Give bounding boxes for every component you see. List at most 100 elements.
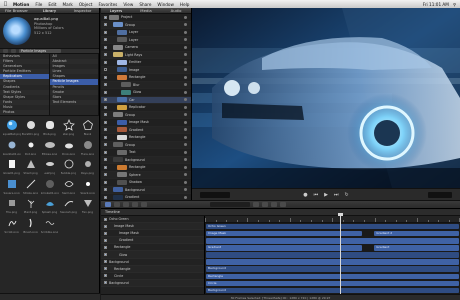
layer-row[interactable]: Gradient — [101, 126, 191, 134]
select-tool-button[interactable] — [105, 202, 111, 207]
timeline-bar[interactable]: Gradient — [374, 245, 459, 251]
menu-help[interactable]: Help — [180, 2, 190, 7]
tab-media[interactable]: Media — [131, 8, 161, 13]
layer-row[interactable]: Group — [101, 141, 191, 149]
layer-lock-icon[interactable] — [184, 120, 187, 124]
layer-lock-icon[interactable] — [184, 68, 187, 72]
loop-icon[interactable]: ↻ — [345, 192, 349, 198]
subfolder-item[interactable]: Text Elements — [49, 99, 98, 105]
timeline-visibility-checkbox[interactable] — [104, 217, 107, 221]
tab-timeline[interactable]: Timeline — [105, 209, 120, 216]
timeline-layer-row[interactable]: Ocho Green — [101, 216, 204, 224]
text-tool-button[interactable] — [141, 202, 147, 207]
timecode-display[interactable] — [200, 192, 230, 198]
timeline-visibility-checkbox[interactable] — [104, 231, 107, 235]
frame-counter[interactable] — [428, 192, 452, 198]
layer-visibility-checkbox[interactable] — [104, 113, 107, 117]
layer-visibility-checkbox[interactable] — [104, 98, 107, 102]
layer-visibility-checkbox[interactable] — [104, 15, 107, 19]
timeline-layer-row[interactable]: Rectangle — [101, 265, 204, 273]
timeline-layer-row[interactable]: Gradient — [101, 237, 204, 245]
make-particles-button[interactable] — [271, 202, 277, 207]
layer-visibility-checkbox[interactable] — [104, 173, 107, 177]
timeline-layer-row[interactable]: Image Mask — [101, 223, 204, 231]
layer-visibility-checkbox[interactable] — [104, 180, 107, 184]
library-item[interactable]: Swirl.png — [59, 178, 78, 194]
layer-visibility-checkbox[interactable] — [104, 188, 107, 192]
layer-row[interactable]: Shadow — [101, 179, 191, 187]
timeline-layer-row[interactable]: Background — [101, 259, 204, 266]
timeline-visibility-checkbox[interactable] — [104, 274, 107, 278]
library-item[interactable]: Stroke.png — [21, 178, 40, 194]
library-item[interactable]: Bubble.png — [59, 158, 78, 175]
library-item[interactable]: Square.png — [2, 178, 21, 194]
layer-row[interactable]: Image — [101, 66, 191, 74]
timeline-bar[interactable] — [206, 238, 459, 244]
layer-row[interactable]: Camera — [101, 44, 191, 52]
layer-row[interactable]: Emitter — [101, 59, 191, 67]
back-button[interactable] — [3, 49, 8, 53]
layer-lock-icon[interactable] — [184, 195, 187, 199]
timeline-visibility-checkbox[interactable] — [104, 281, 107, 285]
timeline-bar[interactable] — [206, 252, 459, 258]
go-to-start-icon[interactable]: ⏮ — [314, 192, 319, 198]
clock[interactable]: Fri 11:01 AM — [423, 2, 449, 7]
timeline-layer-row[interactable]: Circle — [101, 273, 204, 280]
layer-visibility-checkbox[interactable] — [104, 150, 107, 154]
layer-lock-icon[interactable] — [184, 158, 187, 162]
library-item[interactable]: Blob.png — [40, 119, 59, 136]
timeline-bar[interactable]: Circle — [206, 280, 459, 287]
timeline-layer-row[interactable]: Image Mask — [101, 230, 204, 238]
layer-lock-icon[interactable] — [184, 38, 187, 42]
layer-row[interactable]: Background — [101, 186, 191, 194]
layer-visibility-checkbox[interactable] — [104, 45, 107, 49]
layer-lock-icon[interactable] — [184, 90, 187, 94]
layer-lock-icon[interactable] — [184, 180, 187, 184]
library-item[interactable]: Flare.png — [78, 139, 97, 155]
layer-row[interactable]: Group — [101, 21, 191, 29]
layer-row[interactable]: Project — [101, 14, 191, 22]
timeline-bar[interactable]: Background — [206, 287, 459, 294]
layer-visibility-checkbox[interactable] — [104, 120, 107, 124]
add-filter-button[interactable] — [262, 202, 268, 207]
layer-visibility-checkbox[interactable] — [104, 143, 107, 147]
layer-row[interactable]: Group — [101, 111, 191, 119]
timeline-visibility-checkbox[interactable] — [104, 224, 107, 228]
layer-row[interactable]: Text — [101, 149, 191, 157]
timeline-bar[interactable]: Gradient — [206, 245, 363, 251]
layer-visibility-checkbox[interactable] — [104, 158, 107, 162]
layer-row[interactable]: Rectangle — [101, 74, 191, 82]
timeline-visibility-checkbox[interactable] — [104, 267, 107, 271]
library-item[interactable]: Brush.png — [21, 217, 40, 233]
library-item[interactable]: Leaf.png — [40, 158, 59, 175]
timeline-layer-row[interactable]: Glow — [101, 251, 204, 259]
library-item[interactable]: Splash.png — [40, 197, 59, 214]
layer-row[interactable]: Car — [101, 96, 191, 104]
timeline-bar[interactable]: Gradient 2 — [374, 230, 459, 237]
layer-visibility-checkbox[interactable] — [104, 90, 107, 94]
go-to-end-icon[interactable]: ⏭ — [334, 192, 339, 198]
layer-row[interactable]: Rectangle — [101, 164, 191, 172]
layer-visibility-checkbox[interactable] — [104, 128, 107, 132]
layer-lock-icon[interactable] — [184, 135, 187, 139]
timeline-visibility-checkbox[interactable] — [104, 238, 107, 242]
spotlight-icon[interactable]: ⚲ — [453, 2, 456, 7]
layer-lock-icon[interactable] — [184, 53, 187, 57]
timeline-visibility-checkbox[interactable] — [104, 253, 107, 257]
layer-visibility-checkbox[interactable] — [104, 165, 107, 169]
layer-row[interactable]: Image Mask — [101, 119, 191, 127]
layer-lock-icon[interactable] — [184, 188, 187, 192]
layer-visibility-checkbox[interactable] — [104, 53, 107, 57]
library-item[interactable]: Burst01.png — [21, 119, 40, 136]
apple-menu-icon[interactable]:  — [4, 1, 7, 7]
layer-visibility-checkbox[interactable] — [104, 68, 107, 72]
hud-dropdown[interactable] — [210, 202, 250, 207]
menu-object[interactable]: Object — [79, 2, 93, 7]
layer-visibility-checkbox[interactable] — [104, 30, 107, 34]
timeline-layer-row[interactable]: Background — [101, 279, 204, 287]
library-item[interactable]: Plant.png — [21, 197, 40, 214]
layer-visibility-checkbox[interactable] — [104, 83, 107, 87]
timeline-visibility-checkbox[interactable] — [104, 245, 107, 249]
layer-lock-icon[interactable] — [184, 150, 187, 154]
layer-visibility-checkbox[interactable] — [104, 105, 107, 109]
